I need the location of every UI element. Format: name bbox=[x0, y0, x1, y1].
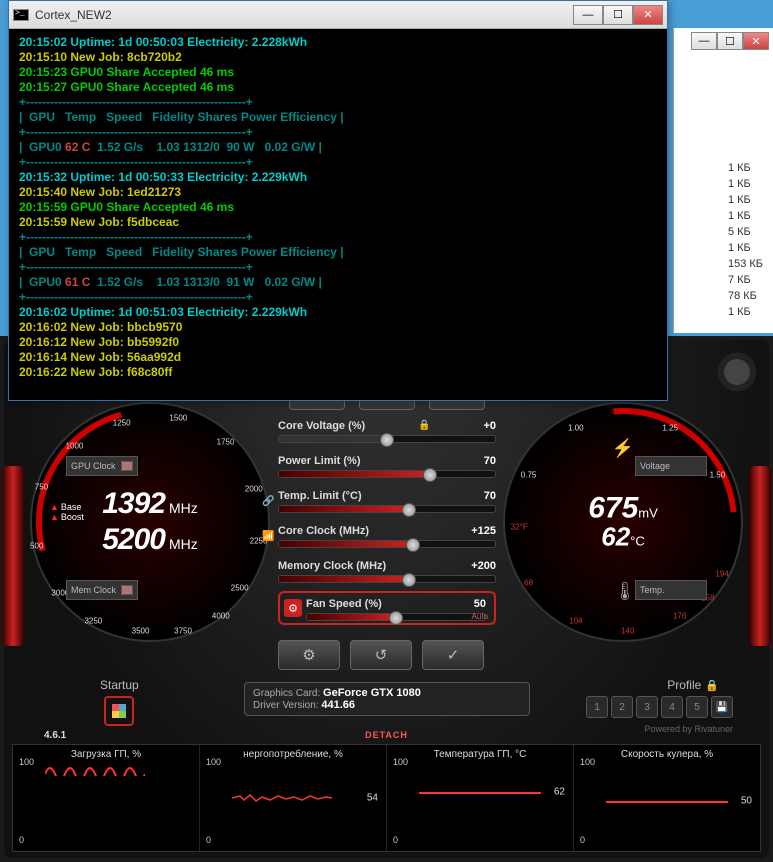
slider-value: 70 bbox=[484, 455, 496, 467]
file-size-cell: 1 КБ bbox=[728, 192, 763, 208]
slider-thumb[interactable] bbox=[423, 468, 437, 482]
link-icon: 📶 bbox=[262, 531, 274, 542]
base-boost-legend: ▲Base ▲Boost bbox=[50, 502, 84, 522]
power-limit-slider[interactable]: Power Limit (%)70 bbox=[278, 455, 496, 478]
chart-current-value: 54 bbox=[367, 792, 378, 803]
slider-thumb[interactable] bbox=[406, 538, 420, 552]
chart-title: Температура ГП, °С bbox=[393, 749, 567, 760]
profile-1-button[interactable]: 1 bbox=[586, 696, 608, 718]
gpu-clock-value: 1392 bbox=[102, 487, 165, 520]
fan-speed-slider[interactable]: ⚙Fan Speed (%)50Auto bbox=[278, 591, 496, 625]
minimize-button[interactable]: — bbox=[573, 5, 603, 25]
monitor-chart[interactable]: Загрузка ГП, %1000 bbox=[13, 745, 200, 851]
slider-value: +200 bbox=[471, 560, 496, 572]
profile-section: Profile🔒 bbox=[667, 678, 719, 692]
monitor-chart[interactable]: нергопотребление, %100054 bbox=[200, 745, 387, 851]
gpu-info-box: Graphics Card: GeForce GTX 1080 Driver V… bbox=[244, 682, 530, 716]
core-voltage-slider[interactable]: Core Voltage (%) 🔒+0 bbox=[278, 420, 496, 443]
file-size-cell: 78 КБ bbox=[728, 288, 763, 304]
lock-icon: 🔒 bbox=[705, 679, 719, 692]
chart-current-value: 62 bbox=[554, 786, 565, 797]
clock-gauge: 100012501500 175020002250 2500750 500325… bbox=[30, 402, 270, 642]
startup-toggle[interactable] bbox=[104, 696, 134, 726]
background-window-buttons: — ☐ ✕ bbox=[691, 32, 769, 50]
terminal-output: 20:15:02 Uptime: 1d 00:50:03 Electricity… bbox=[9, 29, 667, 400]
fan-settings-icon[interactable]: ⚙ bbox=[284, 599, 302, 617]
lock-icon: 🔒 bbox=[418, 420, 430, 432]
file-size-cell: 1 КБ bbox=[728, 160, 763, 176]
slider-thumb[interactable] bbox=[389, 611, 403, 625]
slider-thumb[interactable] bbox=[402, 573, 416, 587]
slider-value: 50 bbox=[474, 598, 486, 610]
thermometer-icon: 🌡 bbox=[614, 581, 637, 602]
settings-button[interactable]: ⚙ bbox=[278, 640, 340, 670]
mem-chip-icon bbox=[121, 585, 133, 595]
slider-value: 70 bbox=[484, 490, 496, 502]
mem-clock-slider[interactable]: Memory Clock (MHz)+200 bbox=[278, 560, 496, 583]
bg-maximize-button[interactable]: ☐ bbox=[717, 32, 743, 50]
reset-icon: ↺ bbox=[375, 646, 388, 664]
voltage-label: Voltage bbox=[635, 456, 707, 476]
windows-icon bbox=[112, 704, 126, 718]
reset-button[interactable]: ↺ bbox=[350, 640, 412, 670]
profile-4-button[interactable]: 4 bbox=[661, 696, 683, 718]
detach-button[interactable]: DETACH bbox=[365, 730, 408, 740]
slider-value: +0 bbox=[483, 420, 496, 432]
chart-title: Загрузка ГП, % bbox=[19, 749, 193, 760]
file-size-cell: 1 КБ bbox=[728, 240, 763, 256]
slider-value: +125 bbox=[471, 525, 496, 537]
link-icon: 🔗 bbox=[262, 496, 274, 507]
terminal-icon bbox=[13, 9, 29, 21]
save-profile-button[interactable]: 💾 bbox=[711, 696, 733, 718]
temp-value: 62 bbox=[601, 522, 630, 552]
monitor-chart[interactable]: Скорость кулера, %100050 bbox=[574, 745, 760, 851]
mem-clock-value: 5200 bbox=[102, 523, 165, 556]
startup-label: Startup bbox=[100, 678, 139, 692]
core-clock-slider[interactable]: 📶Core Clock (MHz)+125 bbox=[278, 525, 496, 548]
close-button[interactable]: ✕ bbox=[633, 5, 663, 25]
maximize-button[interactable]: ☐ bbox=[603, 5, 633, 25]
slider-thumb[interactable] bbox=[380, 433, 394, 447]
file-size-cell: 153 КБ bbox=[728, 256, 763, 272]
driver-version: 441.66 bbox=[321, 699, 355, 711]
voltage-temp-gauge: ⚡ 🌡 1.001.25 0.751.50 32°F68 104140 1761… bbox=[503, 402, 743, 642]
profile-5-button[interactable]: 5 bbox=[686, 696, 708, 718]
file-size-cell: 1 КБ bbox=[728, 304, 763, 320]
bg-minimize-button[interactable]: — bbox=[691, 32, 717, 50]
powered-by-label: Powered by Rivatuner bbox=[644, 724, 733, 734]
temp-label: Temp. bbox=[635, 580, 707, 600]
terminal-title: Cortex_NEW2 bbox=[35, 8, 573, 22]
voltage-value: 675 bbox=[588, 492, 638, 525]
profile-2-button[interactable]: 2 bbox=[611, 696, 633, 718]
profile-3-button[interactable]: 3 bbox=[636, 696, 658, 718]
gpu-chip-icon bbox=[121, 461, 133, 471]
afterburner-panel: A F T E R B U R N E R K ⛨ i 100012501500… bbox=[0, 336, 773, 862]
monitor-chart[interactable]: Температура ГП, °С100062 bbox=[387, 745, 574, 851]
startup-section: Startup bbox=[100, 678, 139, 726]
monitor-charts[interactable]: Загрузка ГП, %1000нергопотребление, %100… bbox=[12, 744, 761, 852]
chart-title: нергопотребление, % bbox=[206, 749, 380, 760]
file-size-cell: 1 КБ bbox=[728, 208, 763, 224]
check-icon: ✓ bbox=[447, 646, 460, 664]
slider-thumb[interactable] bbox=[402, 503, 416, 517]
fan-auto-label[interactable]: Auto bbox=[472, 612, 488, 621]
gear-icon: ⚙ bbox=[302, 646, 315, 664]
mem-clock-label: Mem Clock bbox=[66, 580, 138, 600]
file-size-cell: 1 КБ bbox=[728, 176, 763, 192]
file-size-cell: 5 КБ bbox=[728, 224, 763, 240]
terminal-window: Cortex_NEW2 — ☐ ✕ 20:15:02 Uptime: 1d 00… bbox=[8, 0, 668, 401]
chart-title: Скорость кулера, % bbox=[580, 749, 754, 760]
background-file-sizes: 1 КБ1 КБ1 КБ1 КБ5 КБ1 КБ153 КБ7 КБ78 КБ1… bbox=[728, 160, 763, 320]
apply-button[interactable]: ✓ bbox=[422, 640, 484, 670]
file-size-cell: 7 КБ bbox=[728, 272, 763, 288]
bg-close-button[interactable]: ✕ bbox=[743, 32, 769, 50]
gpu-name: GeForce GTX 1080 bbox=[323, 687, 421, 699]
slider-column: Core Voltage (%) 🔒+0Power Limit (%)70🔗Te… bbox=[278, 420, 496, 637]
bolt-icon: ⚡ bbox=[612, 438, 634, 459]
terminal-titlebar[interactable]: Cortex_NEW2 — ☐ ✕ bbox=[9, 1, 667, 29]
version-label: 4.6.1 bbox=[44, 730, 66, 741]
gpu-clock-label: GPU Clock bbox=[66, 456, 138, 476]
chart-current-value: 50 bbox=[741, 796, 752, 807]
temp-limit-slider[interactable]: 🔗Temp. Limit (°C)70 bbox=[278, 490, 496, 513]
